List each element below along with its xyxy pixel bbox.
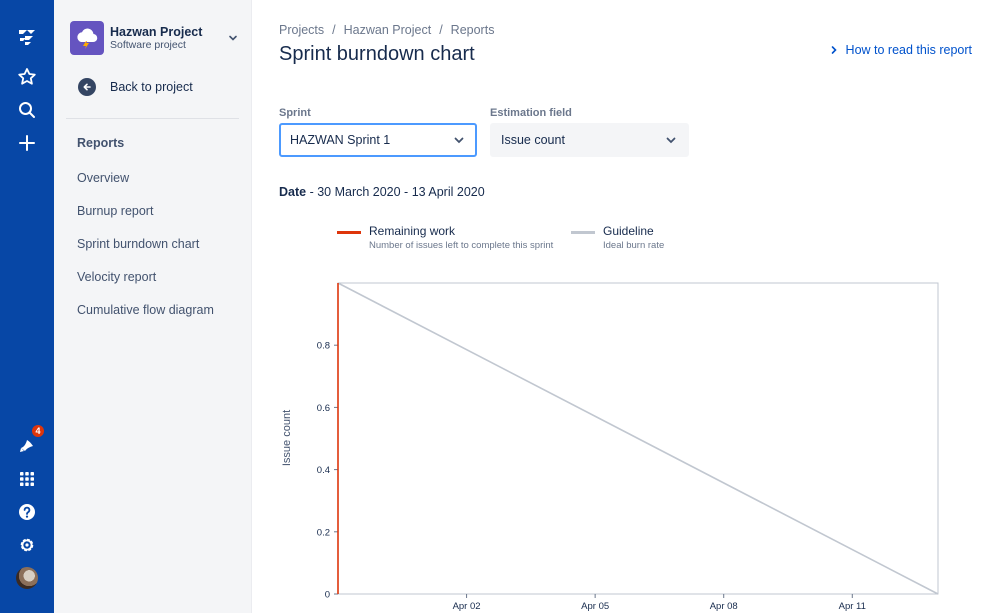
legend-name: Guideline	[603, 224, 654, 238]
date-range-value: - 30 March 2020 - 13 April 2020	[306, 185, 485, 199]
burndown-chart: 0 0.2 0.4 0.6 0.8 Apr 02 Apr 05 Apr 08 Apr 11 I…	[281, 282, 939, 612]
notifications-icon[interactable]: 4	[11, 424, 45, 462]
sprint-select[interactable]: HAZWAN Sprint 1	[279, 123, 477, 157]
y-axis-label: Issue count	[281, 410, 293, 466]
sidebar-item-sprint-burndown-chart[interactable]: Sprint burndown chart	[77, 237, 199, 251]
help-link-label: How to read this report	[845, 43, 972, 57]
project-name: Hazwan Project	[110, 24, 203, 39]
project-cloud-icon	[70, 21, 104, 55]
project-sidebar: Hazwan Project Software project Back to …	[54, 0, 252, 613]
legend-description: Ideal burn rate	[603, 240, 665, 251]
chevron-down-icon	[666, 137, 676, 144]
y-tick-label: 0	[325, 590, 330, 601]
date-range: Date - 30 March 2020 - 13 April 2020	[279, 185, 485, 199]
estimation-select-value: Issue count	[501, 133, 565, 147]
reports-section-title: Reports	[77, 136, 125, 150]
legend-name: Remaining work	[369, 224, 456, 238]
sprint-select-value: HAZWAN Sprint 1	[290, 133, 391, 147]
chevron-down-icon	[454, 137, 464, 144]
estimation-field-select[interactable]: Issue count	[490, 123, 689, 157]
estimation-field-label: Estimation field	[490, 107, 572, 119]
starred-icon[interactable]	[11, 61, 43, 93]
y-tick-label: 0.8	[317, 341, 330, 352]
create-icon[interactable]	[11, 127, 43, 159]
back-label: Back to project	[110, 80, 193, 94]
breadcrumb-reports[interactable]: Reports	[451, 23, 495, 37]
help-icon[interactable]	[11, 496, 43, 528]
main-content: Projects / Hazwan Project / Reports Spri…	[252, 0, 999, 613]
chevron-down-icon	[229, 35, 237, 41]
breadcrumb: Projects / Hazwan Project / Reports	[279, 23, 495, 37]
y-tick-label: 0.6	[317, 403, 330, 414]
sidebar-item-cumulative-flow-diagram[interactable]: Cumulative flow diagram	[77, 303, 214, 317]
sprint-field-label: Sprint	[279, 107, 311, 119]
legend-guideline: Guideline Ideal burn rate	[571, 224, 664, 254]
legend-description: Number of issues left to complete this s…	[369, 240, 554, 251]
y-tick-label: 0.4	[317, 465, 330, 476]
x-tick-label: Apr 05	[581, 601, 609, 612]
x-tick-label: Apr 02	[453, 601, 481, 612]
jira-logo-icon[interactable]	[11, 22, 43, 54]
sidebar-item-velocity-report[interactable]: Velocity report	[77, 270, 156, 284]
x-tick-label: Apr 11	[839, 601, 866, 612]
how-to-read-report-link[interactable]: How to read this report	[830, 43, 972, 57]
profile-avatar[interactable]	[11, 562, 43, 594]
arrow-left-icon	[78, 78, 96, 96]
settings-gear-icon[interactable]	[11, 529, 43, 561]
sidebar-item-overview[interactable]: Overview	[77, 171, 129, 185]
back-to-project-link[interactable]: Back to project	[78, 78, 193, 96]
search-icon[interactable]	[11, 94, 43, 126]
x-tick-label: Apr 08	[710, 601, 738, 612]
breadcrumb-projects[interactable]: Projects	[279, 23, 324, 37]
breadcrumb-hazwan-project[interactable]: Hazwan Project	[344, 23, 432, 37]
project-switcher[interactable]: Hazwan Project Software project	[70, 20, 240, 56]
page-title: Sprint burndown chart	[279, 43, 475, 65]
y-tick-label: 0.2	[317, 527, 330, 538]
legend-remaining-work: Remaining work Number of issues left to …	[337, 224, 553, 254]
sidebar-item-burnup-report[interactable]: Burnup report	[77, 204, 153, 218]
app-switcher-icon[interactable]	[11, 463, 43, 495]
date-label: Date	[279, 185, 307, 199]
global-nav: 4	[0, 0, 54, 613]
sidebar-divider	[66, 118, 239, 119]
project-type: Software project	[110, 38, 186, 51]
notification-count-badge: 4	[31, 424, 45, 438]
legend-swatch-guideline	[571, 231, 595, 234]
legend-swatch-remaining	[337, 231, 361, 234]
chevron-right-icon	[831, 46, 837, 54]
